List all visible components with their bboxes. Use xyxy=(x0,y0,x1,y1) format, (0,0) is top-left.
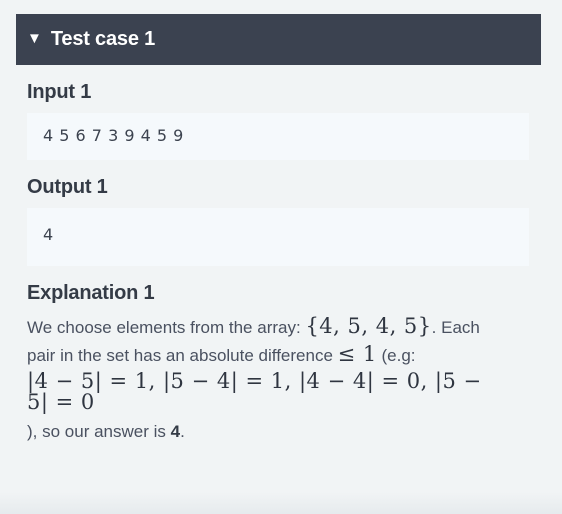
explanation-intro: We choose elements from the array: xyxy=(27,318,301,337)
bottom-shadow xyxy=(0,492,562,514)
set-math-expression: {4, 5, 4, 5} xyxy=(305,314,432,338)
test-case-header[interactable]: ▼ Test case 1 xyxy=(16,14,541,65)
explanation-period: . xyxy=(180,421,185,441)
bound-math-expression: ≤ 1 xyxy=(337,341,377,366)
input-heading: Input 1 xyxy=(27,81,92,103)
explanation-text: We choose elements from the array: {4, 5… xyxy=(27,314,497,445)
test-case-body: Input 1 4 5 6 7 3 9 4 5 9 Output 1 4 Exp… xyxy=(16,81,541,445)
explanation-heading: Explanation 1 xyxy=(27,282,155,304)
output-heading: Output 1 xyxy=(27,176,108,198)
chevron-down-icon[interactable]: ▼ xyxy=(27,31,42,46)
pairs-math-expression: |4 − 5| = 1, |5 − 4| = 1, |4 − 4| = 0, |… xyxy=(27,369,482,415)
explanation-answer: 4 xyxy=(170,421,181,441)
explanation-close: ), so our answer is xyxy=(27,421,171,441)
output-value-box: 4 xyxy=(27,208,529,266)
input-value-box: 4 5 6 7 3 9 4 5 9 xyxy=(27,113,529,160)
explanation-eg-open: (e.g: xyxy=(381,345,416,365)
test-case-title: Test case 1 xyxy=(50,28,156,50)
test-case-card: ▼ Test case 1 Input 1 4 5 6 7 3 9 4 5 9 … xyxy=(16,14,541,445)
